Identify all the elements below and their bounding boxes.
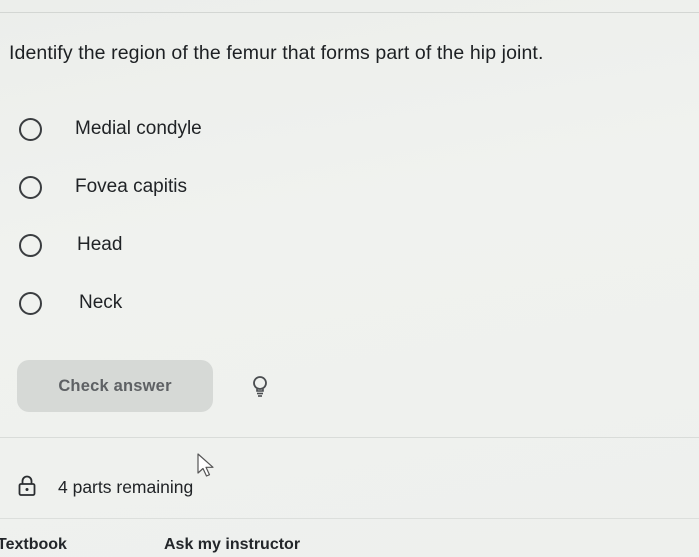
mouse-pointer-icon xyxy=(197,453,217,479)
ask-instructor-link[interactable]: Ask my instructor xyxy=(164,536,300,554)
footer-divider xyxy=(0,518,699,519)
radio-button[interactable] xyxy=(19,233,42,257)
option-label: Head xyxy=(77,234,123,255)
check-answer-button[interactable]: Check answer xyxy=(17,360,213,412)
option-label: Fovea capitis xyxy=(75,176,187,197)
lightbulb-icon[interactable] xyxy=(251,375,269,399)
top-divider xyxy=(0,12,699,13)
textbook-link[interactable]: Textbook xyxy=(0,536,67,554)
radio-button[interactable] xyxy=(19,117,42,141)
option-head[interactable]: Head xyxy=(19,230,122,260)
option-medial-condyle[interactable]: Medial condyle xyxy=(19,114,202,144)
parts-remaining-text: 4 parts remaining xyxy=(58,477,194,497)
option-label: Medial condyle xyxy=(75,118,202,139)
radio-button[interactable] xyxy=(19,291,42,315)
option-neck[interactable]: Neck xyxy=(19,288,122,318)
section-divider xyxy=(0,437,699,438)
question-text: Identify the region of the femur that fo… xyxy=(9,42,544,64)
radio-button[interactable] xyxy=(19,175,42,199)
option-fovea-capitis[interactable]: Fovea capitis xyxy=(19,172,187,202)
lock-icon xyxy=(18,475,36,497)
option-label: Neck xyxy=(79,292,123,313)
